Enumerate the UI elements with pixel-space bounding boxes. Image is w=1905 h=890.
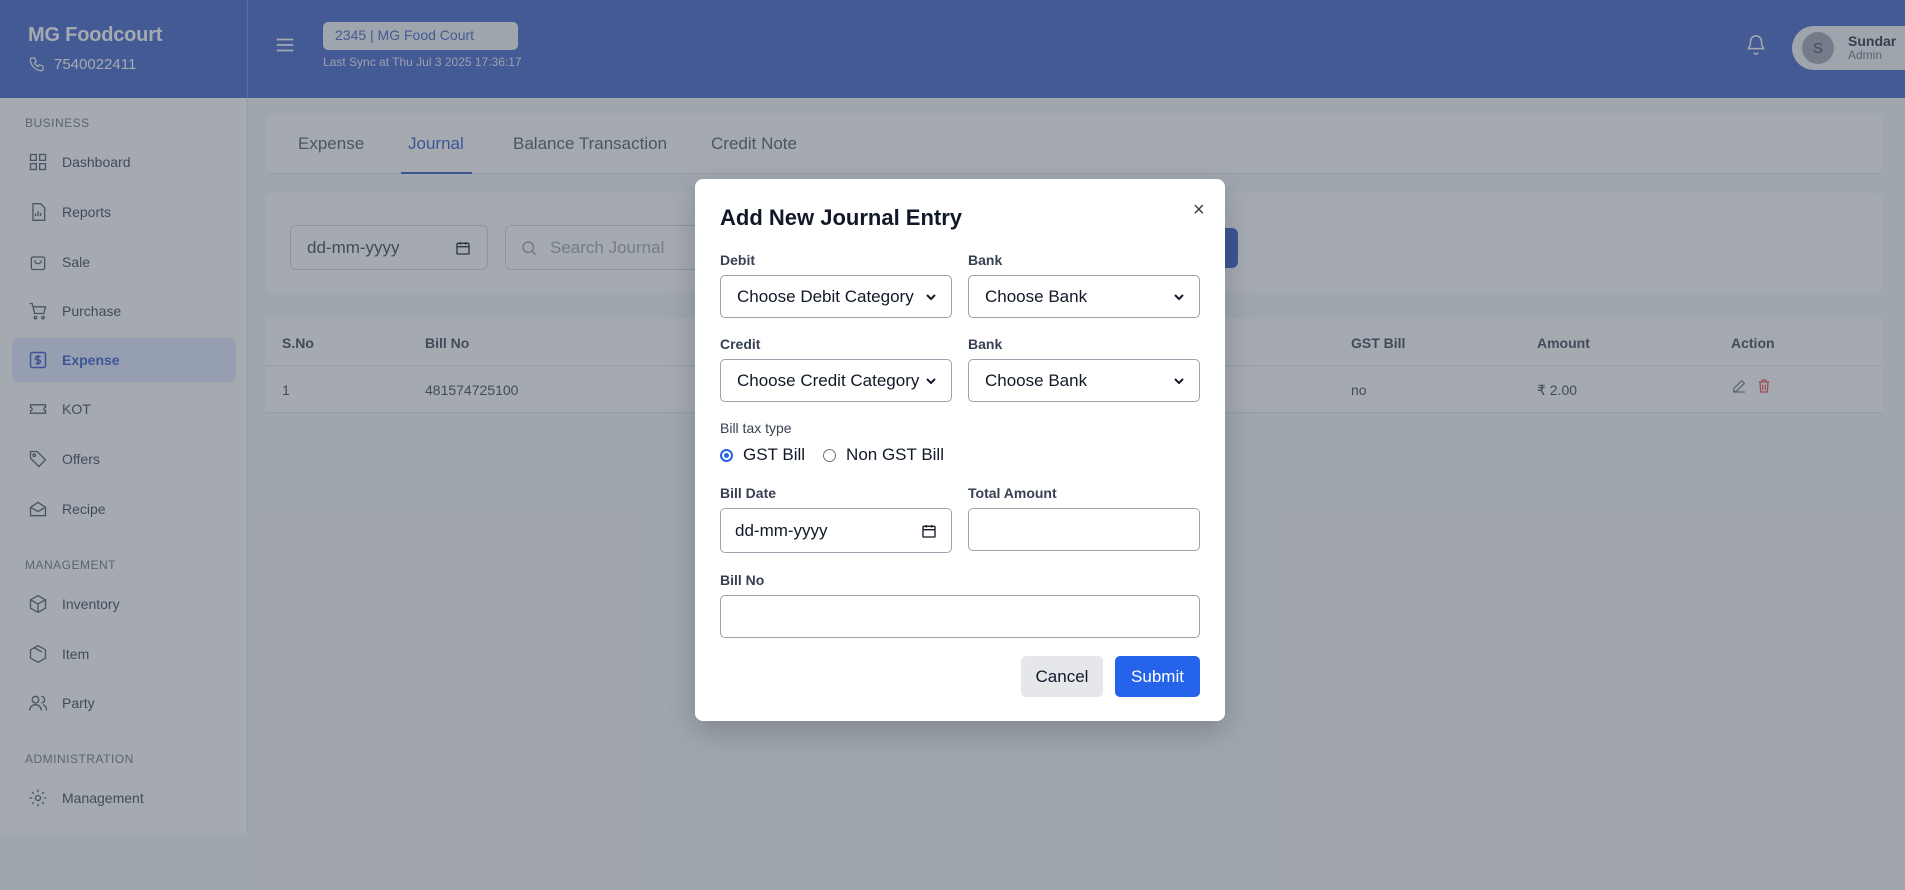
gst-bill-radio[interactable] [720, 448, 733, 462]
bank-label: Bank [968, 252, 1003, 268]
debit-bank-select[interactable]: Choose Bank [968, 275, 1200, 318]
debit-select-value: Choose Debit Category [737, 286, 914, 306]
chevron-down-icon [926, 377, 936, 384]
bill-tax-type-label: Bill tax type [720, 420, 792, 436]
credit-category-select[interactable]: Choose Credit Category [720, 359, 952, 402]
modal-title: Add New Journal Entry [720, 205, 963, 230]
bill-date-input[interactable]: dd-mm-yyyy [720, 508, 952, 553]
total-amount-label: Total Amount [968, 485, 1057, 501]
non-gst-bill-option-label[interactable]: Non GST Bill [846, 445, 944, 465]
add-journal-modal: Add New Journal Entry × Debit Choose Deb… [695, 179, 1225, 721]
chevron-down-icon [926, 293, 936, 300]
tax-type-radio-group: GST Bill Non GST Bill [720, 445, 944, 465]
total-amount-field[interactable] [968, 508, 1200, 551]
gst-bill-option-label[interactable]: GST Bill [743, 445, 805, 465]
chevron-down-icon [1174, 377, 1184, 384]
cancel-button[interactable]: Cancel [1021, 656, 1103, 697]
close-icon[interactable]: × [1193, 200, 1205, 220]
bill-date-label: Bill Date [720, 485, 777, 501]
debit-label: Debit [720, 252, 755, 268]
bank-label: Bank [968, 336, 1003, 352]
credit-bank-select[interactable]: Choose Bank [968, 359, 1200, 402]
non-gst-bill-radio[interactable] [823, 448, 837, 462]
bank-select-value: Choose Bank [985, 286, 1088, 306]
bill-no-field[interactable] [720, 595, 1200, 638]
bill-no-label: Bill No [720, 572, 765, 588]
credit-select-value: Choose Credit Category [737, 370, 920, 390]
bank-select-value: Choose Bank [985, 370, 1088, 390]
debit-category-select[interactable]: Choose Debit Category [720, 275, 952, 318]
chevron-down-icon [1174, 293, 1184, 300]
submit-button[interactable]: Submit [1115, 656, 1200, 697]
credit-label: Credit [720, 336, 761, 352]
calendar-icon[interactable] [921, 523, 937, 539]
bill-date-value: dd-mm-yyyy [735, 520, 828, 540]
